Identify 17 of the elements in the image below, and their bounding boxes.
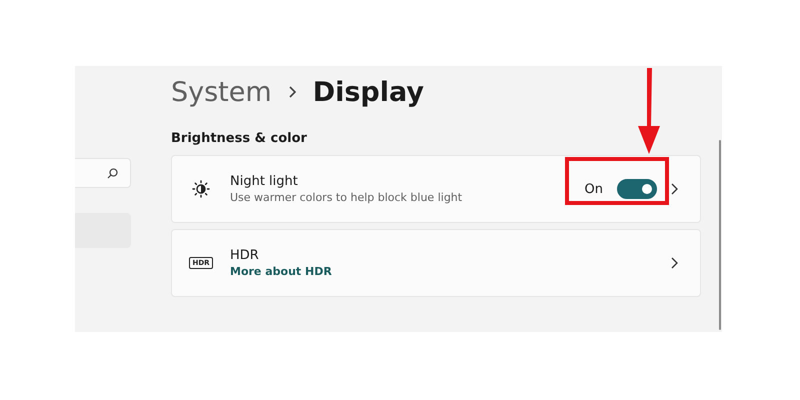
brightness-icon xyxy=(192,180,210,198)
toggle-state: On xyxy=(584,182,603,196)
more-link[interactable]: More about HDR xyxy=(230,265,671,278)
chevron-icon xyxy=(288,85,297,99)
section-title: Brightness & color xyxy=(171,131,308,146)
scrollbar[interactable] xyxy=(719,140,721,330)
setting-title: Night light xyxy=(230,174,299,189)
setting-description: Use warmer colors to help block blue light xyxy=(230,191,464,204)
search-icon xyxy=(107,168,118,178)
chevron-icon xyxy=(671,257,678,269)
search-field[interactable] xyxy=(75,158,131,188)
chevron-icon xyxy=(671,183,678,195)
toggle-switch[interactable] xyxy=(617,179,657,199)
setting-title: HDR xyxy=(230,248,260,263)
page-title: Display xyxy=(312,76,424,108)
arrow-icon xyxy=(636,68,661,154)
breadcrumb-parent[interactable]: System xyxy=(171,76,272,108)
